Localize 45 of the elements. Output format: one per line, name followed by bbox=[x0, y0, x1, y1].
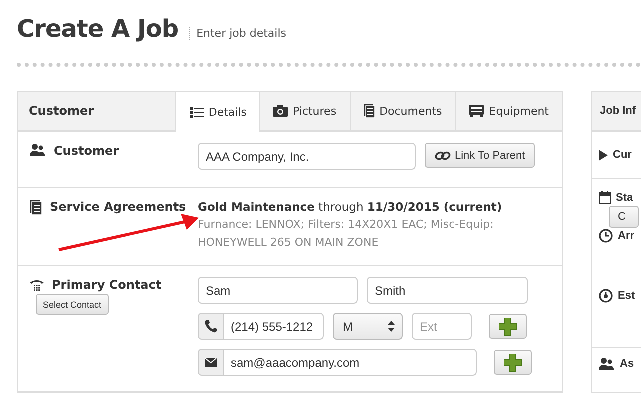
camera-icon bbox=[273, 105, 288, 117]
calendar-icon bbox=[599, 191, 611, 204]
triangle-icon bbox=[599, 150, 608, 160]
phone-type-select[interactable]: M bbox=[333, 313, 403, 340]
link-to-parent-button[interactable]: Link To Parent bbox=[425, 143, 536, 168]
people-icon bbox=[30, 144, 46, 156]
people-icon bbox=[599, 358, 615, 370]
field-label: Arr bbox=[618, 230, 635, 242]
page-title: Create A Job bbox=[17, 15, 179, 43]
field-label: Cur bbox=[613, 149, 632, 161]
phone-field[interactable]: (214) 555-1212 bbox=[224, 313, 324, 340]
timer-icon bbox=[599, 289, 613, 303]
agreement-details: Furnance: LENNOX; Filters: 14X20X1 EAC; Misc-Equip: HONEYWELL 265 ON MAIN ZONE bbox=[198, 217, 495, 251]
customer-field[interactable]: AAA Company, Inc. bbox=[198, 143, 416, 170]
phone-icon bbox=[205, 320, 217, 333]
plus-icon bbox=[504, 354, 522, 372]
field-label: Customer bbox=[54, 144, 120, 158]
plus-icon bbox=[499, 318, 517, 336]
list-icon bbox=[190, 106, 204, 118]
tab[interactable]: Details bbox=[174, 92, 259, 132]
email-field[interactable]: sam@aaacompany.com bbox=[224, 349, 477, 376]
equipment-icon bbox=[469, 105, 484, 117]
document-icon bbox=[364, 104, 375, 118]
select-contact-button[interactable]: Select Contact bbox=[36, 294, 109, 315]
panel-title: Customer bbox=[28, 104, 96, 118]
field-label: Primary Contact bbox=[52, 278, 162, 292]
add-email-button[interactable] bbox=[494, 350, 532, 375]
add-phone-button[interactable] bbox=[489, 314, 527, 339]
field-label: As bbox=[620, 358, 634, 370]
job-button[interactable]: C bbox=[609, 206, 639, 228]
last-name-field[interactable]: Smith bbox=[367, 277, 528, 304]
telephone-icon bbox=[30, 278, 44, 292]
field-label: Sta bbox=[616, 192, 634, 204]
select-arrows-icon bbox=[388, 321, 395, 332]
link-icon bbox=[435, 150, 451, 160]
field-label: Est bbox=[618, 290, 636, 302]
page-subtitle: Enter job details bbox=[188, 26, 286, 40]
clock-icon bbox=[599, 229, 613, 243]
first-name-field[interactable]: Sam bbox=[198, 277, 358, 304]
envelope-icon bbox=[205, 358, 217, 367]
extension-field[interactable]: Ext bbox=[412, 313, 472, 340]
agreement-summary: Gold Maintenance through 11/30/2015 (current) bbox=[198, 200, 502, 214]
document-icon bbox=[30, 200, 42, 215]
panel-title: Job Inf bbox=[599, 105, 638, 117]
field-label: Service Agreements bbox=[50, 200, 186, 214]
